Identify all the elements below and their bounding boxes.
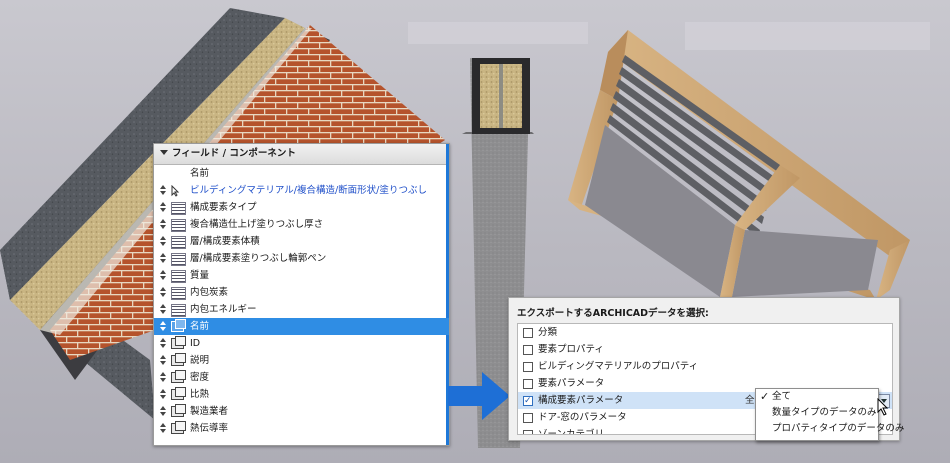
field-row-label: 熱伝導率 [190,423,229,434]
field-row-label: 複合構造仕上げ塗りつぶし厚さ [190,219,324,230]
checkbox-checked[interactable] [523,393,533,410]
cursor-icon [171,184,184,197]
reorder-handle-icon[interactable] [159,284,167,301]
reorder-handle-icon[interactable] [159,369,167,386]
cube-icon [171,421,186,434]
field-row-label: 内包炭素 [190,287,229,298]
cube-icon [171,353,186,366]
export-data-row[interactable]: ビルディングマテリアルのプロパティ [518,358,892,375]
field-row-label: 名前 [190,168,210,179]
field-row-label: 構成要素タイプ [190,202,257,213]
field-row[interactable]: 製造業者 [154,403,449,420]
checkbox[interactable] [523,362,533,372]
hatch-icon [171,287,186,300]
field-row[interactable]: 内包エネルギー [154,301,449,318]
checkmark-icon: ✓ [760,390,770,403]
mouse-pointer-icon [877,398,889,416]
reorder-handle-icon[interactable] [159,335,167,352]
reorder-handle-icon[interactable] [159,386,167,403]
export-data-row-label: ビルディングマテリアルのプロパティ [538,361,699,372]
field-row[interactable]: 比熱 [154,386,449,403]
checkbox[interactable] [523,430,533,434]
field-row[interactable]: 密度 [154,369,449,386]
field-row[interactable]: 名前 [154,165,449,182]
field-row-label: 製造業者 [190,406,229,417]
field-row[interactable]: 層/構成要素塗りつぶし輪郭ペン [154,250,449,267]
field-list: 名前 ビルディングマテリアル/複合構造/断面形状/塗りつぶし 構成要素タイプ 複合構造… [154,165,449,437]
field-row[interactable]: 名前 [154,318,449,335]
reorder-handle-icon[interactable] [159,420,167,437]
dropdown-option-label: プロパティタイプのデータのみ [772,423,905,434]
hatch-icon [171,304,186,317]
field-row[interactable]: 熱伝導率 [154,420,449,437]
export-data-row-label: ドア-窓のパラメータ [538,412,627,423]
field-row[interactable]: 複合構造仕上げ塗りつぶし厚さ [154,216,449,233]
checkbox[interactable] [523,345,533,355]
field-row-label: ビルディングマテリアル/複合構造/断面形状/塗りつぶし [190,185,427,196]
reorder-handle-icon[interactable] [159,403,167,420]
field-row-label: 説明 [190,355,210,366]
reorder-handle-icon[interactable] [159,250,167,267]
field-row-label: ID [190,338,201,349]
hatch-icon [171,236,186,249]
fields-components-panel: フィールド / コンポーネント 名前ビルディングマテリアル/複合構造/断面形状/… [153,143,450,446]
hatch-icon [171,253,186,266]
field-row-label: 層/構成要素塗りつぶし輪郭ペン [190,253,327,264]
field-row[interactable]: 内包炭素 [154,284,449,301]
export-panel-title: エクスポートするARCHICADデータを選択: [517,308,709,319]
export-data-row[interactable]: 分類 [518,324,892,341]
checkbox[interactable] [523,328,533,338]
hatch-icon [171,270,186,283]
field-row-label: 名前 [190,321,210,332]
reorder-handle-icon[interactable] [159,199,167,216]
export-data-row-label: ゾーンカテゴリ [538,429,605,435]
field-row-label: 内包エネルギー [190,304,257,315]
arrow-right-icon [448,372,510,420]
field-row-label: 比熱 [190,389,210,400]
export-data-row[interactable]: 要素プロパティ [518,341,892,358]
export-data-row-label: 構成要素パラメータ [538,395,624,406]
reorder-handle-icon[interactable] [159,352,167,369]
field-row[interactable]: 構成要素タイプ [154,199,449,216]
collapse-triangle-icon[interactable] [160,150,168,155]
dropdown-option-label: 数量タイプのデータのみ [772,407,877,418]
field-row-label: 質量 [190,270,210,281]
cube-icon [171,387,186,400]
dropdown-option-label: 全て [772,391,792,402]
reorder-handle-icon[interactable] [159,233,167,250]
reorder-handle-icon[interactable] [159,182,167,199]
export-data-row-label: 分類 [538,327,558,338]
cube-icon [171,319,186,332]
hatch-icon [171,202,186,215]
dropdown-option[interactable]: ✓ 全て [756,389,878,405]
field-row[interactable]: 層/構成要素体積 [154,233,449,250]
field-row[interactable]: ビルディングマテリアル/複合構造/断面形状/塗りつぶし [154,182,449,199]
checkbox[interactable] [523,413,533,423]
field-row[interactable]: ID [154,335,449,352]
reorder-handle-icon[interactable] [159,318,167,335]
checkbox[interactable] [523,379,533,389]
cube-icon [171,336,186,349]
field-row-label: 層/構成要素体積 [190,236,260,247]
dropdown-option[interactable]: プロパティタイプのデータのみ [756,421,904,437]
export-data-row-label: 要素パラメータ [538,378,605,389]
field-row[interactable]: 質量 [154,267,449,284]
cube-icon [171,404,186,417]
panel-header-label: フィールド / コンポーネント [172,148,296,159]
field-row[interactable]: 説明 [154,352,449,369]
field-row-label: 密度 [190,372,210,383]
cube-icon [171,370,186,383]
reorder-handle-icon[interactable] [159,216,167,233]
panel-header[interactable]: フィールド / コンポーネント [154,144,449,165]
export-data-row-label: 要素プロパティ [538,344,604,355]
parameter-scope-dropdown-menu: ✓ 全て数量タイプのデータのみプロパティタイプのデータのみ [755,388,904,441]
reorder-handle-icon[interactable] [159,301,167,318]
hatch-icon [171,219,186,232]
dropdown-option[interactable]: 数量タイプのデータのみ [756,405,878,421]
reorder-handle-icon[interactable] [159,267,167,284]
